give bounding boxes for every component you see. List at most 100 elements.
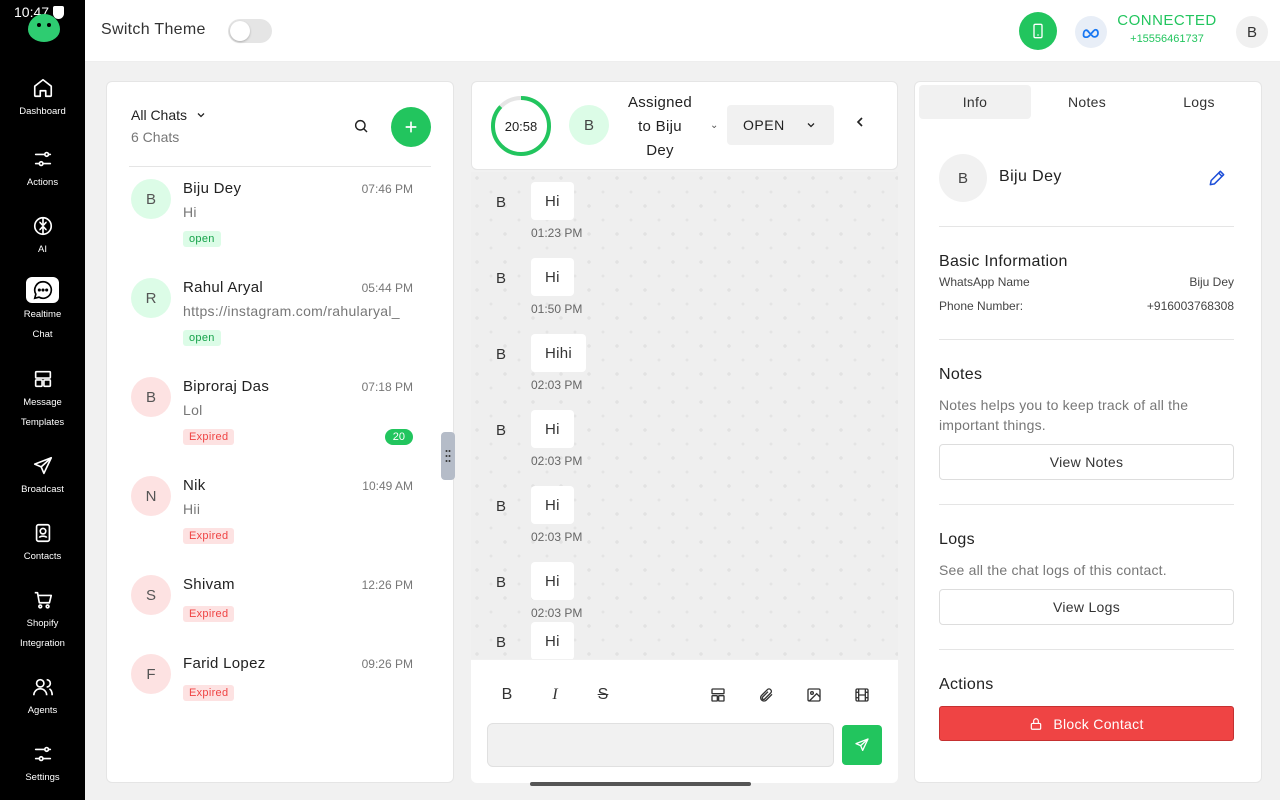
message-bubble: Hi: [531, 258, 574, 296]
assignee-dropdown[interactable]: Assigned to Biju Dey: [617, 91, 703, 163]
connection-status: CONNECTED +15556461737: [1115, 12, 1219, 45]
send-icon: [855, 738, 869, 751]
notes-title: Notes: [939, 366, 983, 383]
strikethrough-button[interactable]: S: [593, 685, 613, 705]
sidebar-item-agents[interactable]: Agents: [0, 673, 85, 721]
message: B Hihi 02:03 PM: [471, 324, 891, 394]
edit-contact-button[interactable]: [1207, 168, 1227, 188]
chat-status-select[interactable]: OPEN: [727, 105, 834, 145]
avatar: B: [131, 377, 171, 417]
attach-image-button[interactable]: [804, 685, 824, 705]
meta-logo-badge: [1075, 16, 1107, 48]
assigned-line2: to Biju: [638, 118, 682, 135]
send-icon: [26, 452, 60, 480]
chat-row[interactable]: R Rahul Aryal 05:44 PM https://instagram…: [107, 278, 453, 373]
sidebar-item-broadcast[interactable]: Broadcast: [0, 452, 85, 500]
chat-row[interactable]: F Farid Lopez 09:26 PM Expired: [107, 654, 453, 749]
chat-row[interactable]: B Biju Dey 07:46 PM Hi open: [107, 179, 453, 274]
phone-device-button[interactable]: [1019, 12, 1057, 50]
logs-title: Logs: [939, 531, 975, 548]
message: B Hi 02:03 PM: [471, 476, 891, 546]
new-chat-button[interactable]: [391, 107, 431, 147]
chevron-down-icon: [807, 123, 815, 128]
sidebar-item-contacts[interactable]: Contacts: [0, 519, 85, 567]
paperclip-icon: [760, 688, 773, 702]
sidebar-label-settings: Settings: [25, 772, 60, 783]
tab-notes[interactable]: Notes: [1031, 85, 1143, 119]
contact-info-panel: Info Notes Logs B Biju Dey Basic Informa…: [914, 81, 1262, 783]
chat-filter-dropdown[interactable]: All Chats: [131, 107, 207, 123]
bold-icon: B: [501, 686, 513, 703]
status-badge: open: [183, 231, 221, 247]
chat-name: Rahul Aryal: [183, 279, 264, 296]
theme-label: Switch Theme: [101, 21, 206, 38]
plus-icon: [405, 121, 417, 133]
message-thread[interactable]: B Hi 01:23 PM B Hi 01:50 PM B Hihi 02:03…: [471, 172, 898, 659]
attach-file-button[interactable]: [756, 685, 776, 705]
sidebar-item-realtime-chat[interactable]: Realtime Chat: [0, 277, 85, 345]
avatar: B: [131, 179, 171, 219]
view-logs-button[interactable]: View Logs: [939, 589, 1234, 625]
chat-bubble-icon: [26, 277, 59, 303]
phone-number-label: Phone Number:: [939, 299, 1024, 313]
status-badge: Expired: [183, 429, 235, 445]
status-badge: Expired: [183, 528, 235, 544]
block-contact-label: Block Contact: [1053, 715, 1144, 732]
sidebar-item-settings[interactable]: Settings: [0, 740, 85, 788]
attach-video-button[interactable]: [852, 685, 872, 705]
sliders-icon: [26, 145, 60, 173]
sidebar-label-contacts: Contacts: [23, 551, 62, 562]
chat-row[interactable]: N Nik 10:49 AM Hii Expired: [107, 476, 453, 571]
chat-list-panel: All Chats 6 Chats B Biju Dey 07:46 PM Hi…: [106, 81, 454, 783]
chat-row[interactable]: B Biproraj Das 07:18 PM Lol Expired 20: [107, 377, 453, 472]
italic-button[interactable]: I: [545, 685, 565, 705]
chevron-down-icon: [197, 113, 205, 118]
cart-icon: [26, 586, 60, 614]
sidebar-label-templates: Templates: [20, 417, 65, 428]
avatar: N: [131, 476, 171, 516]
tab-info[interactable]: Info: [919, 85, 1031, 119]
tab-logs[interactable]: Logs: [1143, 85, 1255, 119]
panel-resize-handle[interactable]: [441, 432, 455, 480]
divider: [939, 339, 1234, 340]
chevron-down-icon: ⌄: [710, 120, 719, 131]
message: B Hi 02:03 PM: [471, 400, 891, 470]
pencil-icon: [1209, 170, 1225, 186]
whatsapp-name-label: WhatsApp Name: [939, 275, 1030, 289]
sender-initial: B: [496, 634, 507, 651]
toggle-knob: [230, 21, 250, 41]
sidebar-item-actions[interactable]: Actions: [0, 145, 85, 193]
app-logo[interactable]: [28, 14, 60, 42]
home-icon: [26, 74, 60, 102]
avatar: S: [131, 575, 171, 615]
theme-toggle[interactable]: [228, 19, 272, 43]
block-contact-button[interactable]: Block Contact: [939, 706, 1234, 741]
bold-button[interactable]: B: [497, 685, 517, 705]
sidebar-item-dashboard[interactable]: Dashboard: [0, 74, 85, 122]
chat-name: Biju Dey: [183, 180, 242, 197]
chat-preview: Lol: [183, 402, 203, 418]
view-notes-button[interactable]: View Notes: [939, 444, 1234, 480]
whatsapp-name-value: Biju Dey: [1189, 275, 1234, 289]
sidebar-item-shopify[interactable]: Shopify Integration: [0, 586, 85, 654]
chat-time: 05:44 PM: [361, 281, 413, 295]
template-button[interactable]: [708, 685, 728, 705]
collapse-button[interactable]: [852, 114, 872, 134]
phone-number-value: +916003768308: [1146, 299, 1234, 313]
template-icon: [711, 688, 725, 702]
search-icon: [354, 119, 368, 133]
sidebar-item-ai[interactable]: AI: [0, 212, 85, 260]
user-avatar[interactable]: B: [1236, 16, 1268, 48]
message-input[interactable]: [487, 723, 834, 767]
chevron-left-icon: [856, 117, 863, 127]
sender-initial: B: [496, 270, 507, 287]
chat-status-value: OPEN: [743, 117, 785, 133]
search-button[interactable]: [353, 118, 373, 138]
list-divider: [129, 166, 431, 167]
sidebar: 10:47 Dashboard Actions AI Realtime Chat…: [0, 0, 85, 800]
sender-initial: B: [496, 498, 507, 515]
connected-phone-number: +15556461737: [1130, 33, 1204, 45]
sidebar-item-message-templates[interactable]: Message Templates: [0, 365, 85, 433]
send-button[interactable]: [842, 725, 882, 765]
chat-preview: Hii: [183, 501, 201, 517]
